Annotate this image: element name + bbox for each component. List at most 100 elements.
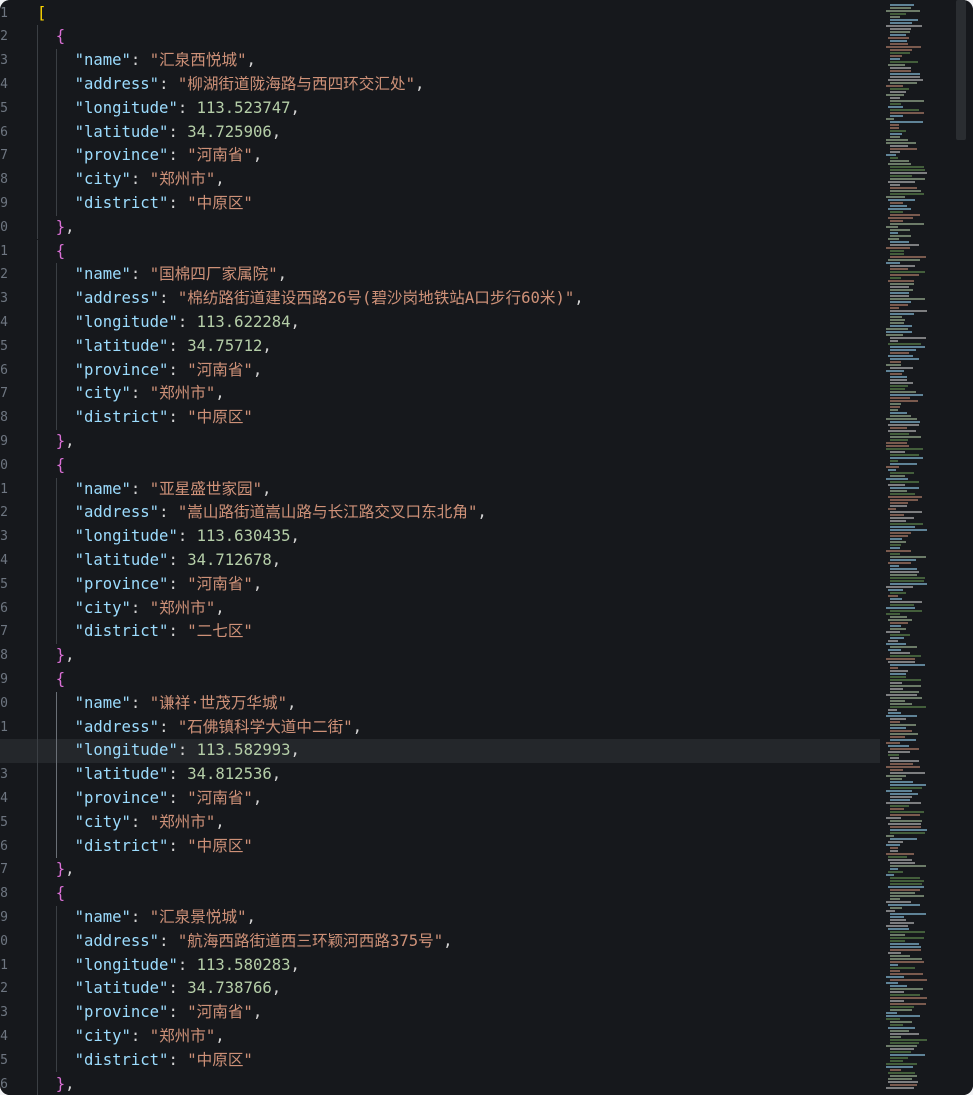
code-line[interactable]: "district": "中原区": [0, 835, 909, 859]
code-line[interactable]: },: [0, 430, 909, 454]
code-line[interactable]: "province": "河南省",: [0, 144, 909, 168]
code-line[interactable]: },: [0, 216, 909, 240]
code-line[interactable]: },: [0, 858, 909, 882]
code-line[interactable]: "address": "柳湖街道陇海路与西四环交汇处",: [0, 73, 909, 97]
code-line[interactable]: "address": "嵩山路街道嵩山路与长江路交叉口东北角",: [0, 501, 909, 525]
minimap-line: [888, 199, 915, 201]
code-line[interactable]: "longitude": 113.582993,: [0, 739, 909, 764]
code-token: ,: [65, 1074, 75, 1093]
minimap-line: [890, 526, 915, 528]
code-line[interactable]: "province": "河南省",: [0, 1001, 909, 1025]
code-line[interactable]: "name": "汇泉景悦城",: [0, 906, 909, 930]
code-line[interactable]: },: [0, 644, 909, 668]
code-line[interactable]: "city": "郑州市",: [0, 382, 909, 406]
minimap-line: [886, 334, 903, 336]
code-line[interactable]: {: [0, 668, 909, 692]
code-line[interactable]: "district": "中原区": [0, 1049, 909, 1073]
json-value-latitude: 34.812536: [187, 765, 272, 784]
json-value-district: "中原区": [187, 193, 253, 212]
json-key-address: "address": [74, 503, 160, 522]
code-line[interactable]: },: [0, 1073, 909, 1095]
code-token: ,: [252, 1003, 263, 1022]
code-line[interactable]: "name": "国棉四厂家属院",: [0, 263, 909, 287]
code-line[interactable]: {: [0, 454, 909, 478]
indent-guide: [55, 263, 57, 430]
code-line[interactable]: "longitude": 113.580283,: [0, 954, 909, 978]
code-line[interactable]: {: [0, 240, 909, 264]
code-line[interactable]: "province": "河南省",: [0, 787, 909, 811]
minimap-line: [890, 514, 904, 516]
code-line[interactable]: {: [0, 25, 909, 49]
minimap-line: [890, 604, 914, 606]
json-string-value: 郑州市: [159, 812, 206, 831]
minimap-line: [890, 250, 904, 252]
minimap-line: [890, 34, 906, 36]
json-string-value: 郑州市: [159, 1026, 206, 1045]
minimap-line: [890, 151, 900, 153]
minimap-line: [890, 736, 905, 738]
minimap-line: [890, 634, 910, 636]
minimap-line: [890, 277, 901, 279]
code-line[interactable]: "longitude": 113.630435,: [0, 525, 909, 549]
code-line[interactable]: {: [0, 882, 909, 906]
vertical-scrollbar[interactable]: [948, 0, 973, 1095]
minimap-line: [890, 229, 910, 231]
minimap[interactable]: [880, 0, 948, 1095]
minimap-line: [890, 13, 906, 15]
code-line[interactable]: "city": "郑州市",: [0, 811, 909, 835]
minimap-line: [890, 610, 922, 612]
editor-text-area[interactable]: [ { "name": "汇泉西悦城", "address": "柳湖街道陇海路…: [0, 0, 909, 1095]
minimap-line: [890, 100, 924, 102]
minimap-line: [888, 928, 909, 930]
minimap-line: [890, 382, 913, 384]
code-line[interactable]: "address": "棉纺路街道建设西路26号(碧沙岗地铁站A口步行60米)"…: [0, 287, 909, 311]
minimap-line: [890, 1054, 925, 1056]
json-key-latitude: "latitude": [74, 765, 169, 784]
code-line[interactable]: "city": "郑州市",: [0, 1025, 909, 1049]
code-token: ,: [215, 384, 225, 403]
code-token: ,: [271, 765, 282, 784]
code-line[interactable]: [: [0, 2, 909, 26]
minimap-line: [890, 31, 910, 33]
code-token: :: [168, 408, 188, 427]
minimap-line: [890, 946, 921, 948]
code-line[interactable]: "latitude": 34.738766,: [0, 977, 909, 1001]
code-line[interactable]: "name": "谦祥·世茂万华城",: [0, 692, 909, 716]
minimap-line: [890, 454, 919, 456]
code-line[interactable]: "province": "河南省",: [0, 359, 909, 383]
minimap-line: [890, 568, 917, 570]
minimap-line: [886, 835, 894, 837]
code-line[interactable]: "longitude": 113.622284,: [0, 311, 909, 335]
code-line[interactable]: "latitude": 34.725906,: [0, 121, 909, 145]
minimap-line: [888, 79, 923, 81]
code-line[interactable]: "district": "中原区": [0, 406, 909, 430]
code-line[interactable]: "latitude": 34.75712,: [0, 335, 909, 359]
minimap-line: [886, 328, 908, 330]
scrollbar-thumb[interactable]: [956, 0, 966, 140]
json-key-longitude: "longitude": [74, 312, 178, 331]
minimap-line: [890, 664, 925, 666]
code-line[interactable]: "latitude": 34.712678,: [0, 549, 909, 573]
minimap-line: [890, 193, 924, 195]
code-line[interactable]: "city": "郑州市",: [0, 168, 909, 192]
code-line[interactable]: "name": "汇泉西悦城",: [0, 49, 909, 73]
code-line[interactable]: "city": "郑州市",: [0, 597, 909, 621]
minimap-line: [890, 160, 909, 162]
minimap-line: [888, 595, 898, 597]
code-line[interactable]: "province": "河南省",: [0, 573, 909, 597]
code-line[interactable]: "latitude": 34.812536,: [0, 763, 909, 787]
code-line[interactable]: "district": "二七区": [0, 620, 909, 644]
minimap-line: [888, 952, 901, 954]
minimap-line: [890, 1006, 914, 1008]
code-line[interactable]: "name": "亚星盛世家园",: [0, 478, 909, 502]
minimap-line: [890, 1003, 926, 1005]
code-line[interactable]: "address": "航海西路街道西三环颖河西路375号",: [0, 930, 909, 954]
code-line[interactable]: "address": "石佛镇科学大道中二街",: [0, 716, 909, 740]
indent-guide: [37, 667, 38, 883]
code-token: ,: [287, 693, 297, 712]
code-line[interactable]: "longitude": 113.523747,: [0, 97, 909, 121]
code-line[interactable]: "district": "中原区": [0, 192, 909, 216]
minimap-line: [886, 1015, 920, 1017]
minimap-line: [890, 49, 912, 51]
